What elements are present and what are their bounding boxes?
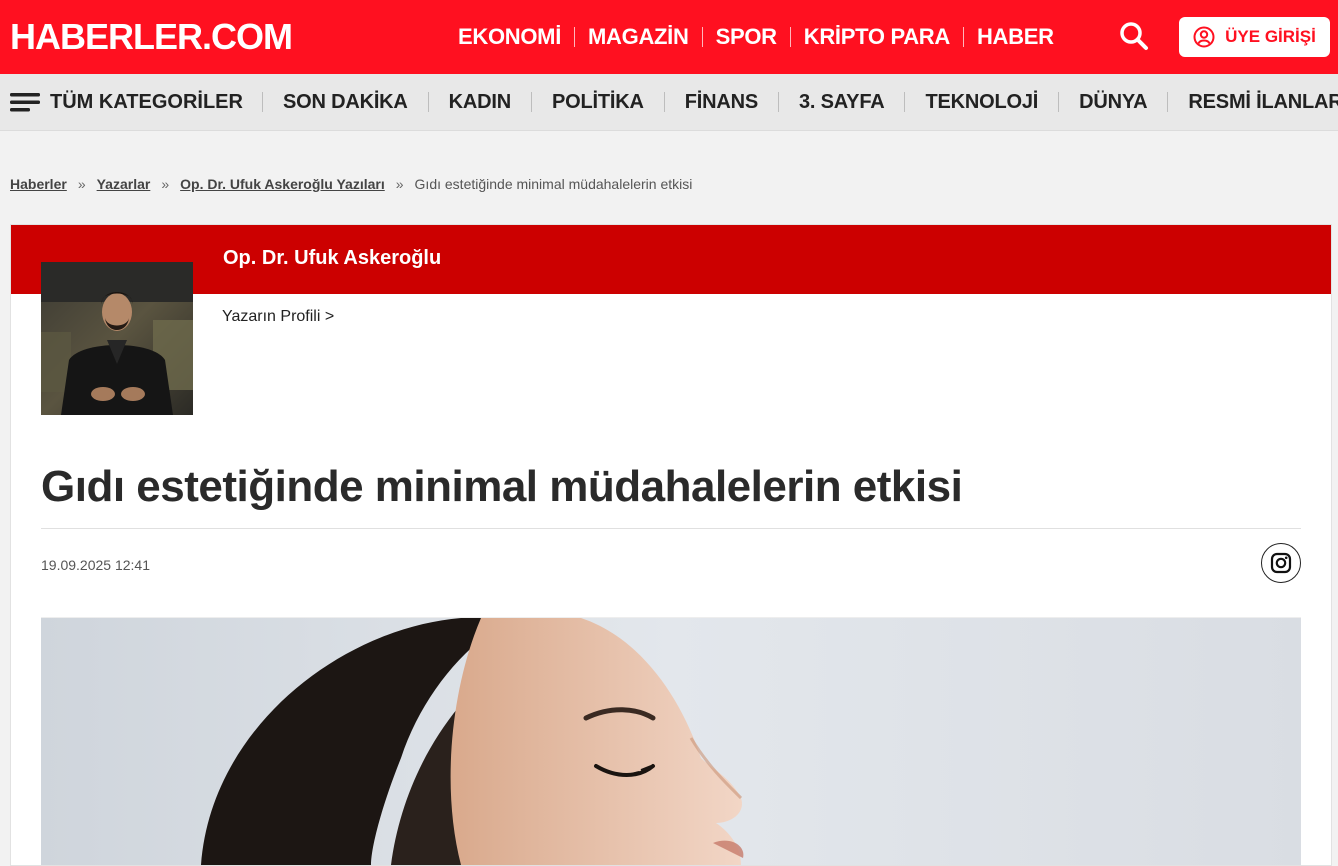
- nav-kripto-para[interactable]: KRİPTO PARA: [791, 22, 963, 52]
- category-bar: TÜM KATEGORİLER SON DAKİKA KADIN POLİTİK…: [0, 74, 1338, 131]
- author-band: [11, 225, 1331, 294]
- category-dunya[interactable]: DÜNYA: [1059, 91, 1167, 114]
- category-3-sayfa[interactable]: 3. SAYFA: [779, 91, 904, 114]
- category-teknoloji[interactable]: TEKNOLOJİ: [905, 91, 1058, 114]
- breadcrumb-separator: »: [161, 176, 170, 192]
- category-politika[interactable]: POLİTİKA: [532, 91, 664, 114]
- breadcrumb-separator: »: [77, 176, 86, 192]
- category-son-dakika[interactable]: SON DAKİKA: [263, 91, 428, 114]
- site-logo[interactable]: HABERLER.COM: [10, 17, 293, 57]
- breadcrumb-haberler[interactable]: Haberler: [10, 176, 67, 192]
- breadcrumb-yazarlar[interactable]: Yazarlar: [97, 176, 151, 192]
- nav-ekonomi[interactable]: EKONOMİ: [445, 22, 574, 52]
- breadcrumb: Haberler » Yazarlar » Op. Dr. Ufuk Asker…: [10, 174, 692, 194]
- all-categories-label: TÜM KATEGORİLER: [50, 90, 243, 113]
- instagram-icon: [1270, 552, 1292, 574]
- author-portrait-image: [41, 262, 193, 415]
- divider: [41, 528, 1301, 529]
- login-label: ÜYE GİRİŞİ: [1225, 27, 1316, 46]
- author-name[interactable]: Op. Dr. Ufuk Askeroğlu: [223, 247, 441, 270]
- hamburger-icon: [10, 93, 40, 112]
- author-photo[interactable]: [41, 262, 193, 415]
- category-nav: SON DAKİKA KADIN POLİTİKA FİNANS 3. SAYF…: [262, 88, 1338, 116]
- nav-magazin[interactable]: MAGAZİN: [575, 22, 702, 52]
- category-resmi-ilanlar[interactable]: RESMİ İLANLAR: [1168, 91, 1338, 114]
- instagram-share-button[interactable]: [1261, 543, 1301, 583]
- top-header: HABERLER.COM EKONOMİ MAGAZİN SPOR KRİPTO…: [0, 0, 1338, 74]
- search-icon: [1120, 22, 1148, 50]
- nav-spor[interactable]: SPOR: [703, 22, 790, 52]
- nav-haber[interactable]: HABER: [964, 22, 1067, 52]
- login-button[interactable]: ÜYE GİRİŞİ: [1179, 17, 1330, 57]
- article-card: Op. Dr. Ufuk Askeroğlu Yazarın Profili >…: [10, 224, 1332, 866]
- search-button[interactable]: [1116, 18, 1152, 54]
- top-nav: EKONOMİ MAGAZİN SPOR KRİPTO PARA HABER: [445, 22, 1067, 52]
- all-categories-button[interactable]: TÜM KATEGORİLER: [10, 88, 243, 116]
- category-kadin[interactable]: KADIN: [429, 91, 531, 114]
- article-date: 19.09.2025 12:41: [41, 557, 150, 573]
- user-icon: [1193, 26, 1215, 48]
- category-finans[interactable]: FİNANS: [665, 91, 778, 114]
- author-profile-link[interactable]: Yazarın Profili >: [222, 308, 334, 326]
- hero-photo-woman-profile: [41, 618, 1301, 865]
- breadcrumb-author-articles[interactable]: Op. Dr. Ufuk Askeroğlu Yazıları: [180, 176, 385, 192]
- breadcrumb-current: Gıdı estetiğinde minimal müdahalelerin e…: [414, 176, 693, 192]
- article-hero-image: [41, 618, 1301, 865]
- article-title: Gıdı estetiğinde minimal müdahalelerin e…: [41, 462, 963, 511]
- breadcrumb-separator: »: [395, 176, 404, 192]
